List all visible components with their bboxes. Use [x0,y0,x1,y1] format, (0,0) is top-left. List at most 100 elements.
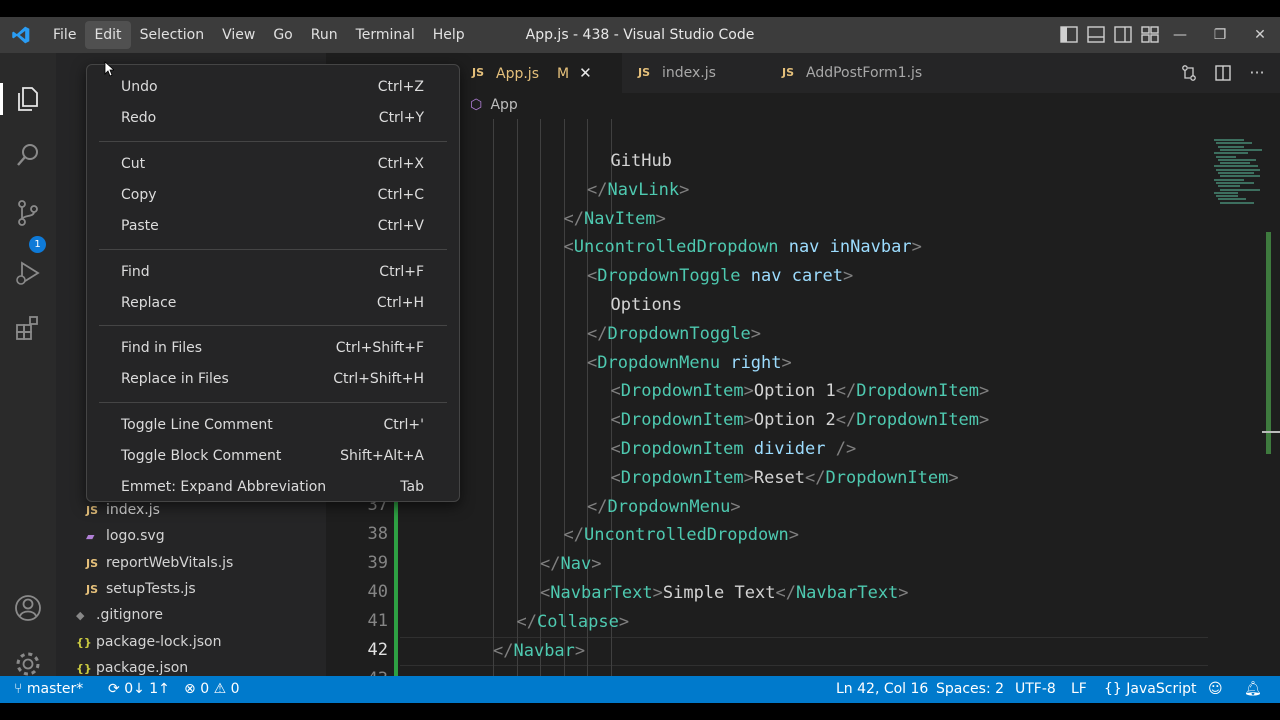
source-control-icon[interactable] [12,197,44,229]
jsx-bracket: < [540,583,551,603]
minimap-line [1214,165,1258,168]
run-debug-icon[interactable] [12,257,44,289]
menu-item-label: Replace in Files [121,371,229,388]
tab-addpostform1-js[interactable]: JS AddPostForm1.js [770,53,960,93]
maximize-icon[interactable]: ❐ [1200,17,1240,53]
toggle-panel-icon[interactable] [1087,26,1105,43]
vscode-window: File Edit Selection View Go Run Terminal Help A… [0,17,1280,703]
tab-index-js[interactable]: JS index.js [626,53,766,93]
customize-layout-icon[interactable] [1141,26,1159,43]
breadcrumb-symbol[interactable]: App [490,97,517,113]
menu-item-label: Redo [121,110,157,127]
tab-label: AddPostForm1.js [806,65,923,81]
toggle-secondary-sidebar-icon[interactable] [1114,26,1132,43]
indentation-status[interactable]: Spaces: 2 [936,676,1004,703]
menu-view[interactable]: View [213,17,264,53]
menu-item-copy[interactable]: Copy Ctrl+C [87,180,459,210]
jsx-text [720,353,730,373]
minimap-line [1216,168,1260,171]
code-line: </DropdownMenu> [587,493,741,522]
extensions-icon[interactable] [12,313,44,345]
file-item[interactable]: ▰ logo.svg [86,523,165,549]
jsx-bracket: < [610,439,621,459]
jsx-tag: DropdownMenu [597,352,721,373]
editor-tabs: JS App.js M ✕ JS index.js JS AddPostForm1.… [460,53,1280,93]
code-line: <UncontrolledDropdown nav inNavbar> [564,233,922,262]
code-line: </Nav> [540,550,601,579]
menu-item-shortcut: Ctrl+Z [377,79,424,95]
menu-go[interactable]: Go [264,17,301,53]
jsx-text: GitHub [610,151,672,171]
file-item[interactable]: ◆ .gitignore [76,602,163,628]
minimize-icon[interactable]: — [1160,17,1200,53]
js-file-icon: JS [782,66,795,79]
file-item[interactable]: JS setupTests.js [86,576,196,602]
sync-counts: 0↓ 1↑ [124,681,170,697]
menu-separator [99,325,447,327]
language-status[interactable]: {} JavaScript [1104,676,1196,703]
menu-item-find-in-files[interactable]: Find in Files Ctrl+Shift+F [87,333,459,363]
active-view-indicator [0,83,3,115]
sync-status[interactable]: ⟳ 0↓ 1↑ [108,676,170,703]
minimap-line [1220,188,1260,191]
menu-item-label: Undo [121,79,158,95]
close-tab-icon[interactable]: ✕ [579,64,592,82]
account-icon[interactable] [12,592,44,624]
menu-item-cut[interactable]: Cut Ctrl+X [87,149,459,179]
file-item[interactable]: JS reportWebVitals.js [86,550,233,576]
tab-app-js[interactable]: JS App.js M ✕ [460,53,622,93]
jsx-bracket: > [618,611,630,632]
menu-item-undo[interactable]: Undo Ctrl+Z [87,72,459,102]
menu-item-replace[interactable]: Replace Ctrl+H [87,288,459,318]
menu-selection[interactable]: Selection [131,17,214,53]
jsx-bracket: </ [587,179,608,200]
minimap-line [1214,152,1248,155]
encoding-status[interactable]: UTF-8 [1015,676,1056,703]
eol-status[interactable]: LF [1071,676,1087,703]
menu-item-emmet-expand-abbreviation[interactable]: Emmet: Expand Abbreviation Tab [87,472,459,502]
menu-item-shortcut: Shift+Alt+A [340,448,424,464]
menu-edit[interactable]: Edit [85,21,131,49]
menu-item-toggle-block-comment[interactable]: Toggle Block Comment Shift+Alt+A [87,441,459,471]
editor-actions: ··· [1180,53,1266,93]
close-window-icon[interactable]: ✕ [1240,17,1280,53]
code-line: </Collapse> [517,608,630,637]
menu-item-shortcut: Tab [400,479,424,496]
search-icon[interactable] [12,139,44,171]
menu-item-paste[interactable]: Paste Ctrl+V [87,211,459,241]
menu-item-shortcut: Ctrl+F [379,263,424,280]
jsx-bracket: > [591,554,602,575]
menu-item-find[interactable]: Find Ctrl+F [87,257,459,287]
menu-file[interactable]: File [44,17,85,53]
menu-terminal[interactable]: Terminal [347,17,424,53]
menu-run[interactable]: Run [302,17,347,53]
file-item[interactable]: {} package-lock.json [76,629,222,655]
warning-count: 0 [230,681,240,697]
code-line: <DropdownToggle nav caret> [587,262,853,291]
explorer-icon[interactable] [12,83,44,115]
jsx-tag: DropdownItem [620,381,744,402]
split-editor-icon[interactable] [1214,64,1232,82]
branch-status[interactable]: ⑂ master* [14,676,83,703]
notifications-bell-icon[interactable]: 🔔︎ [1244,676,1262,703]
jsx-attribute: caret [791,266,843,287]
cursor-position[interactable]: Ln 42, Col 16 [836,676,928,703]
more-actions-icon[interactable]: ··· [1248,64,1266,82]
menu-separator [99,248,447,250]
jsx-tag: Navbar [513,640,575,661]
menu-item-toggle-line-comment[interactable]: Toggle Line Comment Ctrl+' [87,410,459,440]
menu-item-redo[interactable]: Redo Ctrl+Y [87,103,459,133]
file-name: index.js [106,502,160,518]
jsx-bracket: > [679,179,690,200]
compare-changes-icon[interactable] [1180,64,1198,82]
jsx-text: Reset [753,467,806,488]
code-line: <DropdownItem divider /> [611,435,857,464]
jsx-tag: DropdownMenu [607,496,731,517]
problems-status[interactable]: ⊗ 0 ⚠ 0 [184,676,240,703]
menu-item-replace-in-files[interactable]: Replace in Files Ctrl+Shift+H [87,364,459,394]
toggle-primary-sidebar-icon[interactable] [1060,26,1078,43]
file-name: .gitignore [96,607,163,623]
menu-help[interactable]: Help [424,17,474,53]
code-editor[interactable]: GitHub </NavLink> </NavItem> <UncontrolledD… [400,119,1208,676]
feedback-icon[interactable]: ☺ [1208,676,1223,703]
